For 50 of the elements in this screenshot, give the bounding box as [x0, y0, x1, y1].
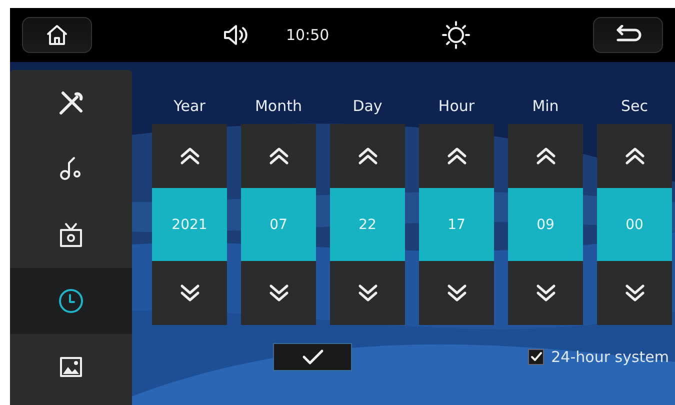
decrease-button[interactable]: [508, 261, 583, 325]
home-icon: [45, 23, 69, 47]
value-display: 09: [508, 188, 583, 261]
column-label: Month: [254, 96, 302, 117]
value-display: 07: [241, 188, 316, 261]
tools-icon: [57, 89, 85, 117]
increase-button[interactable]: [508, 124, 583, 188]
checkbox[interactable]: [528, 349, 544, 365]
back-button[interactable]: [593, 17, 663, 53]
decrease-button[interactable]: [330, 261, 405, 325]
double-chevron-up-icon: [268, 146, 290, 166]
value-display: 17: [419, 188, 494, 261]
clock-time: 10:50: [286, 26, 330, 44]
checkbox-label: 24-hour system: [551, 348, 669, 366]
decrease-button[interactable]: [419, 261, 494, 325]
double-chevron-down-icon: [446, 283, 468, 303]
double-chevron-up-icon: [178, 146, 200, 166]
confirm-button[interactable]: [273, 343, 352, 371]
clock-format-checkbox[interactable]: 24-hour system: [528, 348, 669, 366]
value-display: 00: [597, 188, 672, 261]
decrease-button[interactable]: [152, 261, 227, 325]
double-chevron-up-icon: [446, 146, 468, 166]
checkmark-icon: [530, 351, 542, 363]
double-chevron-down-icon: [534, 283, 556, 303]
double-chevron-down-icon: [624, 283, 646, 303]
value-display: 22: [330, 188, 405, 261]
speaker-icon[interactable]: [222, 23, 250, 47]
tv-icon: [57, 221, 85, 249]
increase-button[interactable]: [419, 124, 494, 188]
double-chevron-up-icon: [534, 146, 556, 166]
double-chevron-up-icon: [624, 146, 646, 166]
column-label: Min: [532, 96, 559, 117]
column-label: Sec: [621, 96, 648, 117]
double-chevron-up-icon: [356, 146, 378, 166]
decrease-button[interactable]: [597, 261, 672, 325]
increase-button[interactable]: [152, 124, 227, 188]
double-chevron-down-icon: [268, 283, 290, 303]
increase-button[interactable]: [241, 124, 316, 188]
column-label: Hour: [438, 96, 475, 117]
clock-icon: [57, 287, 85, 315]
double-chevron-down-icon: [356, 283, 378, 303]
column-label: Day: [352, 96, 382, 117]
increase-button[interactable]: [330, 124, 405, 188]
double-chevron-down-icon: [178, 283, 200, 303]
column-label: Year: [174, 96, 206, 117]
home-button[interactable]: [22, 17, 92, 53]
value-display: 2021: [152, 188, 227, 261]
brightness-icon[interactable]: [441, 20, 472, 50]
decrease-button[interactable]: [241, 261, 316, 325]
increase-button[interactable]: [597, 124, 672, 188]
